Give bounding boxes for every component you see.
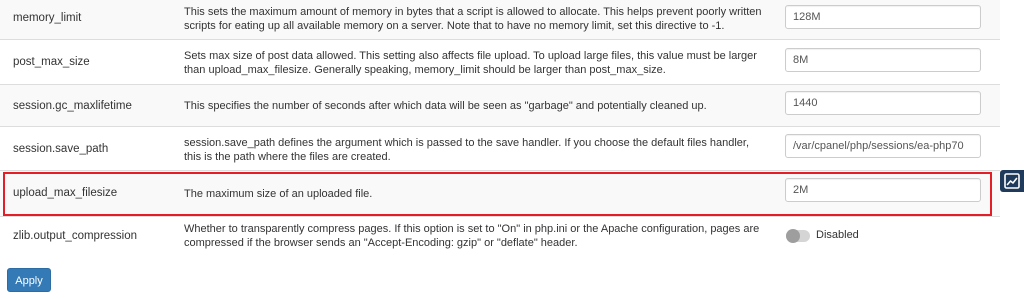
setting-description: This specifies the number of seconds aft… [184, 100, 707, 112]
setting-row-upload-max-filesize: upload_max_filesize The maximum size of … [0, 171, 1000, 217]
session-save-path-input[interactable]: /var/cpanel/php/sessions/ea-php70 [785, 134, 981, 158]
post-max-size-input[interactable]: 8M [785, 48, 981, 72]
setting-name: session.gc_maxlifetime [13, 100, 132, 112]
setting-description: The maximum size of an uploaded file. [184, 188, 373, 200]
memory-limit-input[interactable]: 128M [785, 5, 981, 29]
setting-description: Sets max size of post data allowed. This… [184, 50, 757, 76]
setting-row-memory-limit: memory_limit This sets the maximum amoun… [0, 0, 1000, 40]
setting-name: memory_limit [13, 12, 82, 24]
upload-max-filesize-input[interactable]: 2M [785, 178, 981, 202]
setting-row-post-max-size: post_max_size Sets max size of post data… [0, 40, 1000, 85]
setting-row-session-save-path: session.save_path session.save_path defi… [0, 127, 1000, 171]
toggle-knob [786, 229, 800, 243]
session-gc-maxlifetime-input[interactable]: 1440 [785, 91, 981, 115]
zlib-output-compression-toggle[interactable] [786, 229, 810, 243]
stats-button[interactable] [1000, 170, 1024, 192]
apply-button[interactable]: Apply [7, 268, 51, 292]
toggle-state-label: Disabled [816, 229, 859, 241]
setting-description: This sets the maximum amount of memory i… [184, 6, 762, 32]
setting-name: post_max_size [13, 56, 90, 68]
setting-description: session.save_path defines the argument w… [184, 137, 750, 163]
setting-description: Whether to transparently compress pages.… [184, 223, 760, 249]
setting-name: zlib.output_compression [13, 230, 138, 242]
setting-name: upload_max_filesize [13, 187, 118, 199]
setting-name: session.save_path [13, 143, 109, 155]
chart-line-icon [1004, 173, 1020, 189]
setting-row-session-gc-maxlifetime: session.gc_maxlifetime This specifies th… [0, 85, 1000, 127]
